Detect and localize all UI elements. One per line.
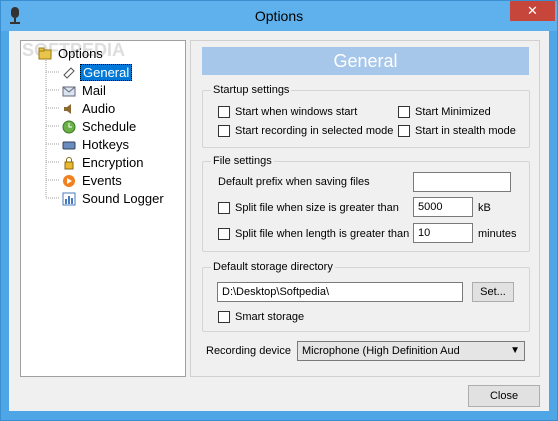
tree-item-general[interactable]: General [62, 64, 133, 81]
startup-settings-title: Startup settings [211, 84, 292, 96]
close-window-button[interactable]: ✕ [510, 1, 555, 21]
recording-device-select[interactable]: Microphone (High Definition Aud ▼ [297, 341, 525, 361]
start-stealth-label: Start in stealth mode [415, 125, 516, 137]
startup-settings-group [202, 90, 530, 148]
storage-path-input[interactable]: D:\Desktop\Softpedia\ [217, 282, 463, 302]
split-size-label: Split file when size is greater than [235, 202, 399, 214]
start-windows-label: Start when windows start [235, 106, 358, 118]
split-length-checkbox[interactable] [218, 228, 230, 240]
hotkeys-icon [62, 141, 76, 150]
options-folder-icon [38, 47, 52, 60]
general-icon [63, 67, 75, 79]
default-prefix-label: Default prefix when saving files [218, 176, 370, 188]
start-minimized-checkbox[interactable] [398, 106, 410, 118]
lock-icon [64, 157, 74, 170]
tree-item-label: Schedule [82, 119, 137, 134]
start-recording-label: Start recording in selected mode [235, 125, 394, 137]
smart-storage-label: Smart storage [235, 311, 305, 323]
smart-storage-checkbox[interactable] [218, 311, 230, 323]
recording-device-label: Recording device [206, 345, 291, 357]
panel-header: General [202, 47, 529, 75]
tree-item-label: Encryption [82, 155, 144, 170]
start-minimized-label: Start Minimized [415, 106, 491, 118]
tree-root-label: Options [58, 46, 103, 61]
events-icon [63, 175, 75, 187]
tree-item-label: Hotkeys [82, 137, 129, 152]
tree-item-label: Audio [82, 101, 116, 116]
tree-item-hotkeys[interactable]: Hotkeys [62, 136, 131, 153]
tree-item-label: General [80, 64, 133, 81]
sound-logger-icon [62, 192, 76, 206]
file-settings-title: File settings [211, 155, 274, 167]
tree-item-events[interactable]: Events [62, 172, 124, 189]
tree-item-encryption[interactable]: Encryption [62, 154, 145, 171]
start-windows-checkbox[interactable] [218, 106, 230, 118]
split-length-label: Split file when length is greater than [235, 228, 410, 240]
split-size-input[interactable]: 5000 [413, 197, 473, 217]
tree-item-sound-logger[interactable]: Sound Logger [62, 190, 166, 207]
mail-icon [62, 86, 76, 97]
tree-item-schedule[interactable]: Schedule [62, 118, 138, 135]
start-recording-checkbox[interactable] [218, 125, 230, 137]
split-size-unit: kB [478, 202, 491, 214]
audio-icon [64, 104, 71, 114]
close-button[interactable]: Close [468, 385, 540, 407]
storage-title: Default storage directory [211, 261, 335, 273]
tree-connector-lines [45, 60, 60, 199]
split-length-input[interactable]: 10 [413, 223, 473, 243]
set-path-button[interactable]: Set... [472, 282, 514, 302]
recording-device-value: Microphone (High Definition Aud [302, 345, 460, 357]
tree-item-label: Mail [82, 83, 106, 98]
tree-item-label: Events [82, 173, 122, 188]
schedule-icon [62, 120, 76, 134]
title-bar[interactable]: Options ✕ [1, 1, 557, 31]
tree-item-audio[interactable]: Audio [62, 100, 117, 117]
window-title: Options [254, 8, 304, 24]
start-stealth-checkbox[interactable] [398, 125, 410, 137]
chevron-down-icon: ▼ [510, 345, 520, 356]
split-length-unit: minutes [478, 228, 517, 240]
tree-item-label: Sound Logger [82, 191, 164, 206]
tree-item-mail[interactable]: Mail [62, 82, 108, 99]
split-size-checkbox[interactable] [218, 202, 230, 214]
default-prefix-input[interactable] [413, 172, 511, 192]
